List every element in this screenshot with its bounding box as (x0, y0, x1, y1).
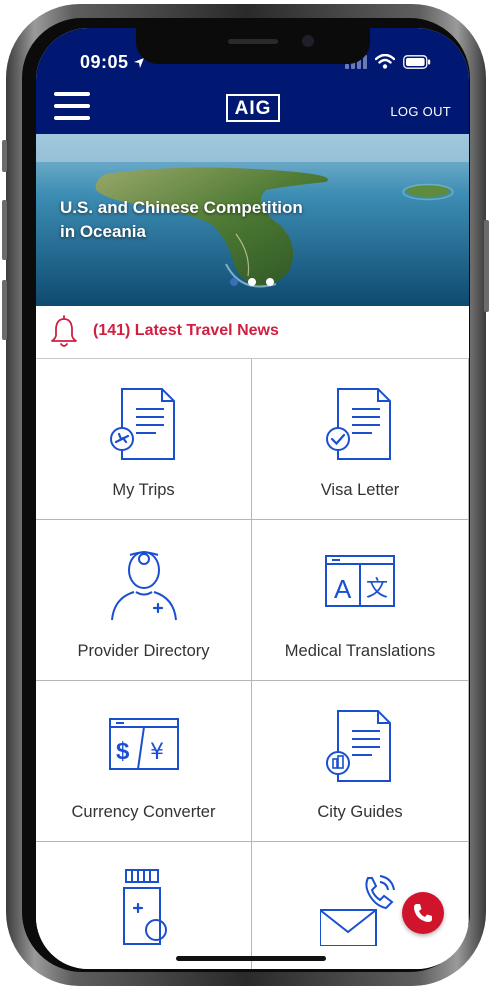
logout-button[interactable]: LOG OUT (390, 104, 451, 119)
medication-bottle-icon (122, 869, 167, 945)
tile-label: My Trips (112, 481, 175, 499)
city-guide-document-icon (326, 710, 391, 782)
phone-icon (414, 904, 432, 922)
emergency-call-button[interactable] (402, 892, 444, 934)
battery-icon (403, 54, 431, 69)
app-screen: 09:05 AIG LOG OUT U.S. and Chinese Compe… (36, 28, 469, 969)
home-indicator[interactable] (176, 956, 326, 961)
trips-document-icon (109, 388, 175, 460)
status-time: 09:05 (80, 52, 129, 72)
hero-carousel[interactable]: U.S. and Chinese Competition in Oceania (36, 134, 469, 306)
carousel-dot[interactable] (248, 278, 256, 286)
tile-label: Visa Letter (320, 481, 400, 499)
menu-line (54, 104, 90, 108)
hero-title: U.S. and Chinese Competition in Oceania (60, 198, 303, 241)
tile-label: Provider Directory (77, 642, 210, 660)
travel-news-bar[interactable]: (141) Latest Travel News (36, 306, 469, 359)
doctor-icon (110, 551, 177, 621)
carousel-dot[interactable] (230, 278, 238, 286)
side-button-silent (2, 140, 7, 172)
side-button-volume-down (2, 280, 7, 340)
svg-text:A: A (334, 574, 352, 604)
visa-document-icon (326, 388, 391, 460)
svg-text:$: $ (116, 738, 130, 765)
tile-my-trips[interactable]: My Trips (36, 359, 252, 520)
contact-envelope-phone-icon (320, 875, 395, 946)
notch (136, 28, 370, 64)
front-camera (302, 35, 314, 47)
tile-medical-translations[interactable]: A 文 Medical Translations (252, 520, 469, 681)
menu-button[interactable] (54, 92, 90, 120)
tile-medication[interactable] (36, 842, 252, 969)
menu-line (54, 92, 90, 96)
side-button-power (484, 220, 489, 312)
svg-text:文: 文 (366, 577, 388, 602)
svg-text:¥: ¥ (150, 740, 164, 765)
tile-visa-letter[interactable]: Visa Letter (252, 359, 469, 520)
tile-label: City Guides (317, 803, 403, 821)
aig-logo: AIG (226, 94, 280, 122)
menu-line (54, 116, 90, 120)
side-button-volume-up (2, 200, 7, 260)
travel-news-label: (141) Latest Travel News (93, 322, 279, 339)
bell-icon (51, 315, 77, 347)
wifi-icon (375, 54, 395, 69)
tile-label: Medical Translations (284, 642, 436, 660)
tile-city-guides[interactable]: City Guides (252, 681, 469, 842)
speaker (228, 39, 278, 44)
carousel-dot[interactable] (266, 278, 274, 286)
translation-icon: A 文 (325, 555, 395, 607)
tile-provider-directory[interactable]: Provider Directory (36, 520, 252, 681)
currency-icon: $ ¥ (108, 718, 179, 770)
tile-label: Currency Converter (71, 803, 216, 821)
carousel-indicators (230, 278, 274, 286)
tile-currency-converter[interactable]: $ ¥ Currency Converter (36, 681, 252, 842)
